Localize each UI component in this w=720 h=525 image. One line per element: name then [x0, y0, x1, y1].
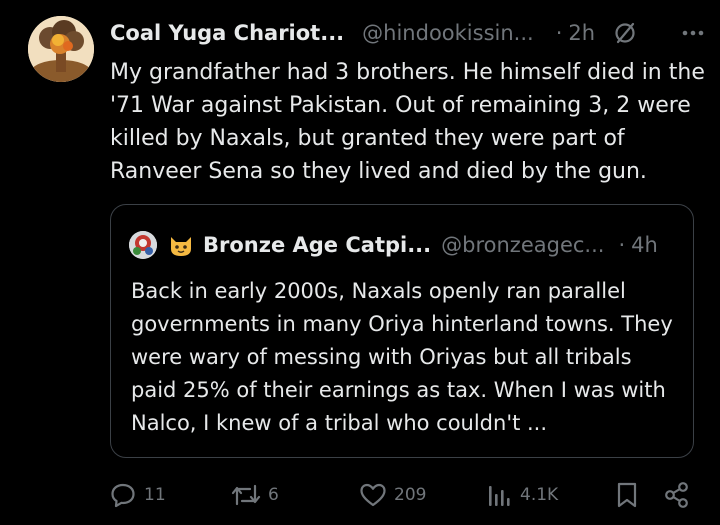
reply-button[interactable]: 11: [108, 478, 166, 512]
quoted-post[interactable]: Bronze Age Catpi... @bronzeagec... · 4h …: [110, 204, 694, 458]
quote-author-handle[interactable]: @bronzeagec...: [441, 233, 604, 257]
views-icon: [486, 480, 514, 510]
quote-author-name[interactable]: Bronze Age Catpi...: [203, 233, 431, 257]
reply-count: 11: [144, 485, 166, 505]
repost-icon: [230, 480, 262, 510]
repost-count: 6: [268, 485, 279, 505]
author-handle[interactable]: @hindookissin...: [362, 21, 534, 45]
post-text: My grandfather had 3 brothers. He himsel…: [110, 60, 705, 184]
views-count: 4.1K: [520, 485, 559, 505]
post-header: Coal Yuga Chariot... @hindookissin... · …: [110, 18, 706, 48]
repost-button[interactable]: 6: [230, 478, 279, 512]
post: Coal Yuga Chariot... @hindookissin... · …: [0, 0, 720, 525]
quote-author-avatar[interactable]: [129, 231, 157, 259]
views-button[interactable]: 4.1K: [486, 478, 558, 512]
post-time[interactable]: 2h: [568, 21, 595, 45]
more-icon[interactable]: [680, 21, 706, 45]
author-name[interactable]: Coal Yuga Chariot...: [110, 21, 344, 45]
share-button[interactable]: [662, 478, 692, 512]
reply-icon: [108, 480, 138, 510]
quote-text: Back in early 2000s, Naxals openly ran p…: [131, 279, 673, 435]
like-icon: [358, 480, 388, 510]
like-button[interactable]: 209: [358, 478, 426, 512]
quote-header: Bronze Age Catpi... @bronzeagec... · 4h: [129, 229, 675, 261]
like-count: 209: [394, 485, 427, 505]
grok-icon[interactable]: [613, 21, 637, 45]
action-bar: 11 6 209 4.1K: [108, 478, 708, 512]
bookmark-icon: [612, 480, 642, 510]
quote-separator-dot: ·: [618, 233, 626, 257]
share-icon: [662, 480, 692, 510]
author-avatar[interactable]: [28, 16, 94, 82]
separator-dot: ·: [555, 21, 563, 45]
cat-emoji-icon: [167, 231, 195, 259]
quote-time[interactable]: 4h: [631, 233, 658, 257]
bookmark-button[interactable]: [612, 478, 642, 512]
